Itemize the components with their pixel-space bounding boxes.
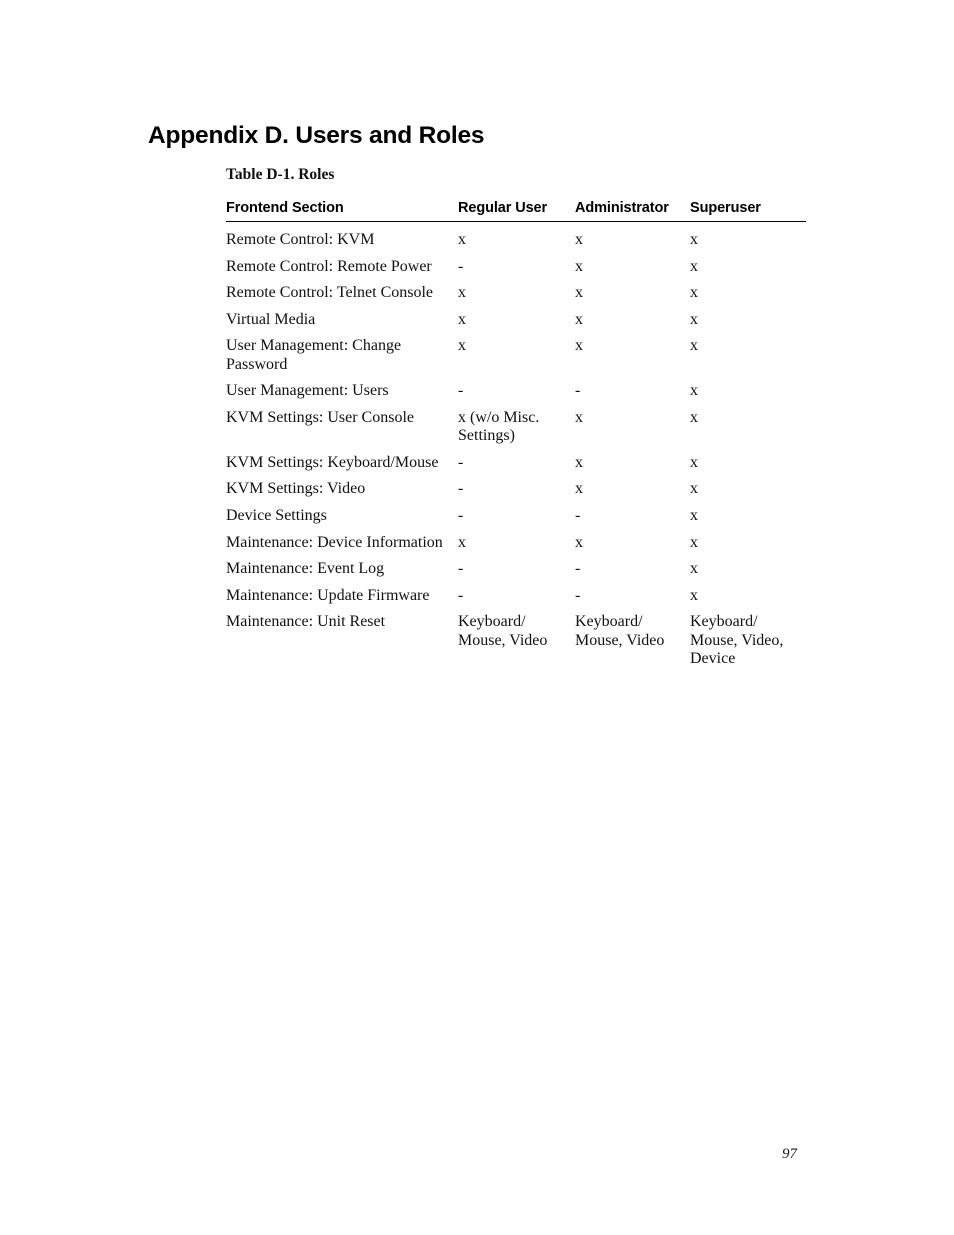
table-row: Remote Control: Telnet Console x x x <box>226 279 806 306</box>
table-cell-regular: x <box>458 284 466 302</box>
table-cell-regular: x <box>458 310 466 328</box>
table-cell-admin: x <box>575 533 583 551</box>
table-cell-section: Maintenance: Update Firmware <box>226 586 430 604</box>
table-cell-section: KVM Settings: User Console <box>226 408 414 426</box>
table-row: User Management: Change Password x x x <box>226 332 806 377</box>
table-cell-section: Maintenance: Device Information <box>226 533 443 551</box>
table-row: Virtual Media x x x <box>226 306 806 333</box>
table-cell-section: KVM Settings: Keyboard/Mouse <box>226 453 439 471</box>
table-cell-super: x <box>690 586 698 604</box>
table-cell-admin: x <box>575 284 583 302</box>
table-cell-admin: x <box>575 310 583 328</box>
table-cell-regular: - <box>458 480 464 498</box>
table-cell-section: User Management: Users <box>226 382 389 400</box>
table-cell-admin: x <box>575 408 583 426</box>
column-header-regular-user: Regular User <box>458 200 548 216</box>
table-cell-section: Virtual Media <box>226 310 316 328</box>
table-cell-section: Maintenance: Event Log <box>226 560 385 578</box>
table-cell-super: x <box>690 257 698 275</box>
document-page: Appendix D. Users and Roles Table D-1. R… <box>0 0 954 1235</box>
table-cell-admin: - <box>575 560 581 578</box>
table-row: Device Settings - - x <box>226 502 806 529</box>
table-row: Maintenance: Unit Reset Keyboard/ Mouse, … <box>226 608 806 672</box>
table-cell-admin: - <box>575 507 581 525</box>
roles-table: Frontend Section Regular User Administra… <box>226 200 806 672</box>
table-cell-super: x <box>690 507 698 525</box>
table-cell-regular: - <box>458 560 464 578</box>
table-cell-regular: - <box>458 453 464 471</box>
table-row: KVM Settings: Keyboard/Mouse - x x <box>226 449 806 476</box>
table-row: Maintenance: Event Log - - x <box>226 555 806 582</box>
table-cell-section: KVM Settings: Video <box>226 480 366 498</box>
table-body: Remote Control: KVM x x x Remote Control: Re… <box>226 222 806 672</box>
column-header-frontend-section: Frontend Section <box>226 200 344 216</box>
table-row: Remote Control: Remote Power - x x <box>226 253 806 280</box>
table-cell-super: x <box>690 533 698 551</box>
table-cell-section: Remote Control: Telnet Console <box>226 284 434 302</box>
table-cell-super: x <box>690 284 698 302</box>
table-cell-section: Device Settings <box>226 507 327 525</box>
table-header-row: Frontend Section Regular User Administra… <box>226 200 806 222</box>
table-cell-super: x <box>690 382 698 400</box>
table-cell-admin: Keyboard/ Mouse, Video <box>575 613 665 649</box>
table-cell-regular: - <box>458 586 464 604</box>
table-row: Maintenance: Update Firmware - - x <box>226 582 806 609</box>
table-row: KVM Settings: Video - x x <box>226 475 806 502</box>
table-cell-super: Keyboard/ Mouse, Video, Device <box>690 613 784 668</box>
table-cell-admin: x <box>575 480 583 498</box>
table-row: Maintenance: Device Information x x x <box>226 529 806 556</box>
table-cell-super: x <box>690 560 698 578</box>
table-cell-super: x <box>690 231 698 248</box>
table-cell-super: x <box>690 337 698 355</box>
table-cell-admin: x <box>575 257 583 275</box>
table-cell-regular: x <box>458 533 466 551</box>
table-cell-section: User Management: Change Password <box>226 337 402 373</box>
roles-table-container: Frontend Section Regular User Administra… <box>226 200 806 672</box>
table-cell-super: x <box>690 480 698 498</box>
table-cell-section: Remote Control: Remote Power <box>226 257 432 275</box>
table-cell-admin: x <box>575 337 583 355</box>
table-row: Remote Control: KVM x x x <box>226 222 806 253</box>
table-row: KVM Settings: User Console x (w/o Misc. S… <box>226 404 806 449</box>
table-cell-regular: x (w/o Misc. Settings) <box>458 408 540 445</box>
table-cell-super: x <box>690 453 698 471</box>
column-header-administrator: Administrator <box>575 200 669 216</box>
table-cell-admin: - <box>575 586 581 604</box>
table-row: User Management: Users - - x <box>226 377 806 404</box>
table-cell-regular: x <box>458 337 466 355</box>
table-cell-regular: - <box>458 257 464 275</box>
table-cell-section: Maintenance: Unit Reset <box>226 613 386 631</box>
table-cell-regular: - <box>458 382 464 400</box>
table-caption: Table D-1. Roles <box>226 166 335 183</box>
table-cell-super: x <box>690 310 698 328</box>
table-cell-regular: x <box>458 231 466 248</box>
table-header: Frontend Section Regular User Administra… <box>226 200 806 222</box>
table-cell-regular: - <box>458 507 464 525</box>
page-title: Appendix D. Users and Roles <box>148 122 485 150</box>
table-cell-admin: x <box>575 231 583 248</box>
table-cell-regular: Keyboard/ Mouse, Video <box>458 613 548 649</box>
page-number: 97 <box>782 1146 797 1162</box>
table-cell-section: Remote Control: KVM <box>226 231 375 248</box>
table-cell-admin: x <box>575 453 583 471</box>
column-header-superuser: Superuser <box>690 200 761 216</box>
table-cell-admin: - <box>575 382 581 400</box>
table-cell-super: x <box>690 408 698 426</box>
